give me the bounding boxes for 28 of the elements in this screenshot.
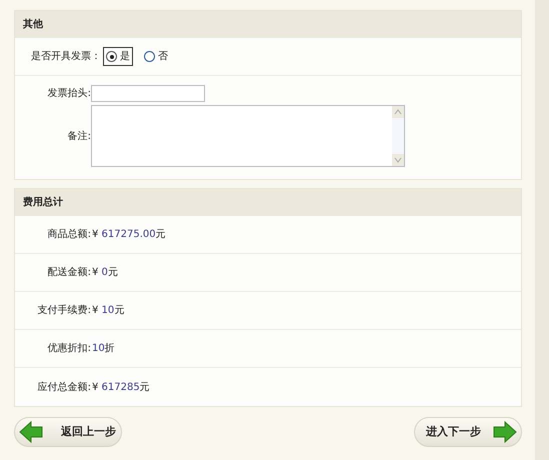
row-label: 商品总额: — [46, 228, 91, 242]
amount-text: 10折 — [91, 342, 115, 356]
nav-button[interactable]: 返回上一步 — [14, 417, 122, 447]
radio-option[interactable]: 否 — [141, 49, 171, 64]
row-label: 优惠折扣: — [46, 342, 91, 356]
radio-button[interactable] — [106, 51, 117, 62]
right-arrow-icon — [493, 421, 517, 443]
scroll-up-icon[interactable] — [392, 106, 404, 118]
scrollbar[interactable] — [392, 106, 404, 166]
field-label: 备注: — [66, 130, 91, 144]
radio-option[interactable]: 是 — [103, 47, 133, 66]
radio-button[interactable] — [144, 51, 155, 62]
nav-button[interactable]: 进入下一步 — [414, 417, 522, 447]
amount-text: ¥ 617275.00元 — [91, 228, 166, 242]
amount-text: ¥ 0元 — [91, 266, 118, 280]
left-arrow-icon — [19, 421, 43, 443]
field-label: 发票抬头: — [46, 86, 91, 101]
row-label: 支付手续费: — [36, 304, 91, 318]
amount-text: ¥ 617285元 — [91, 380, 150, 394]
amount-text: ¥ 10元 — [91, 304, 124, 318]
field-label: 是否开具发票： — [31, 50, 101, 64]
scroll-down-icon[interactable] — [392, 154, 404, 166]
panel-header: 其他 — [15, 11, 521, 38]
row-label: 应付总金额: — [36, 380, 91, 394]
text-field[interactable] — [91, 85, 205, 102]
row-label: 配送金额: — [46, 266, 91, 280]
panel-header: 费用总计 — [15, 189, 521, 216]
textarea-field[interactable] — [91, 105, 405, 167]
